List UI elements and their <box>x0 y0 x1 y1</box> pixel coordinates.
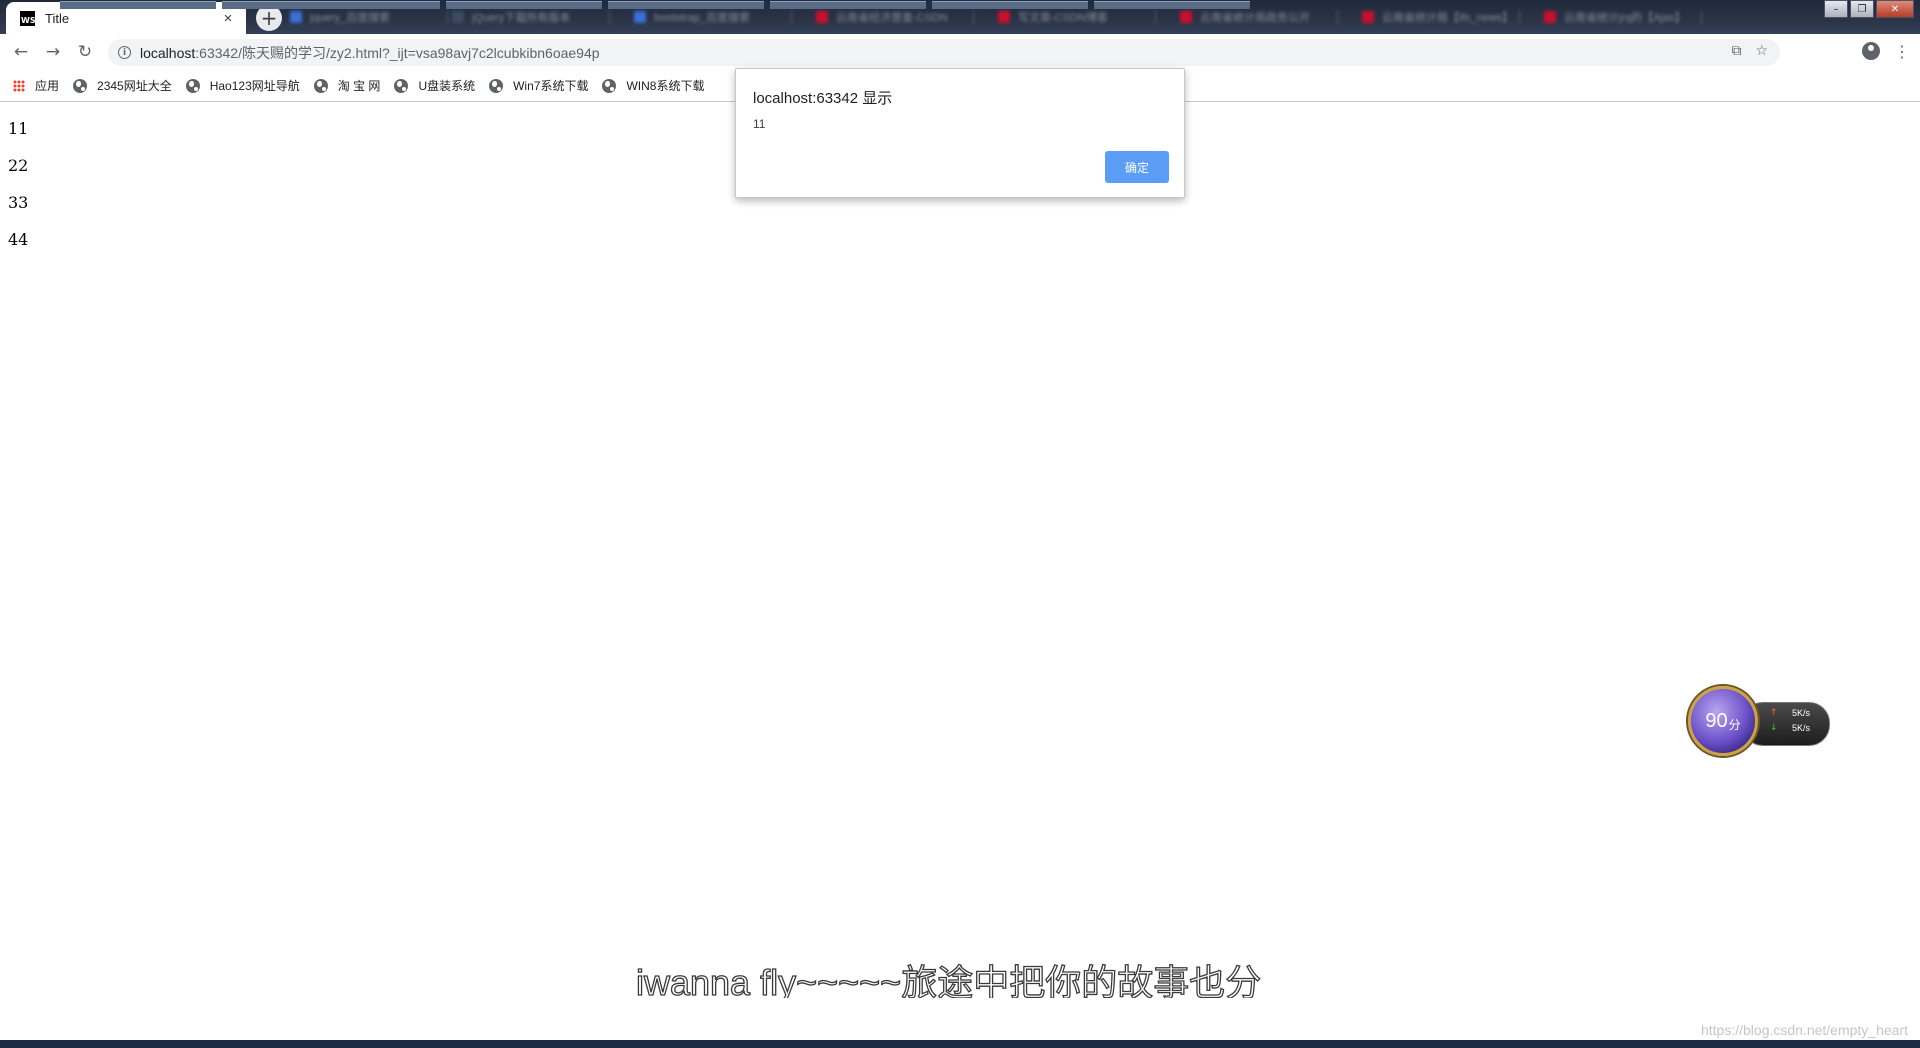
globe-icon <box>394 78 409 93</box>
tab-favicon-icon <box>452 11 464 23</box>
window-controls: – ❐ ✕ <box>1822 0 1914 18</box>
reload-button[interactable]: ↻ <box>74 41 96 63</box>
bookmark-taobao[interactable]: 淘 宝 网 <box>313 77 380 94</box>
background-tab[interactable]: 云南省统计jrq的【Ajax】 <box>1544 4 1702 30</box>
taskbar-item[interactable] <box>284 1 440 9</box>
tab-favicon-icon <box>998 11 1010 23</box>
content-line: 11 <box>8 119 29 138</box>
taskbar-item[interactable] <box>932 1 1088 9</box>
content-line: 22 <box>8 156 29 175</box>
download-speed: ↓ 5K/s <box>1770 723 1811 733</box>
tab-favicon-icon <box>1544 11 1556 23</box>
bookmark-apps[interactable]: 应用 <box>13 77 59 94</box>
menu-icon[interactable]: ⋮ <box>1894 42 1910 61</box>
tab-favicon-icon <box>816 11 828 23</box>
minimize-button[interactable]: – <box>1824 0 1848 18</box>
tab-favicon-icon <box>1362 11 1374 23</box>
score-unit: 分 <box>1728 717 1741 732</box>
tab-favicon-icon <box>290 11 302 23</box>
globe-icon <box>185 78 200 93</box>
bookmark-win7[interactable]: Win7系统下载 <box>489 77 588 94</box>
bookmark-star-icon[interactable]: ☆ <box>1755 43 1768 59</box>
bookmark-upan[interactable]: U盘装系统 <box>394 77 475 94</box>
dialog-message: 11 <box>753 117 766 131</box>
bookmark-2345[interactable]: 2345网址大全 <box>73 77 172 94</box>
desktop-lyrics: iwanna fly~~~~~旅途中把你的故事也分 <box>636 961 1262 998</box>
maximize-button[interactable]: ❐ <box>1850 0 1874 18</box>
globe-icon <box>313 78 328 93</box>
forward-button[interactable]: → <box>42 41 64 63</box>
tab-favicon-icon <box>634 11 646 23</box>
globe-icon <box>73 78 88 93</box>
taskbar-item[interactable] <box>60 1 216 9</box>
taskbar-item[interactable] <box>770 1 926 9</box>
globe-icon <box>602 78 617 93</box>
globe-icon <box>489 78 504 93</box>
taskbar-item[interactable] <box>608 1 764 9</box>
profile-icon[interactable] <box>1862 42 1880 60</box>
taskbar-item[interactable] <box>446 1 602 9</box>
network-speed-widget[interactable]: ↑ 5K/s ↓ 5K/s 90 分 <box>1688 686 1832 758</box>
ok-button[interactable]: 确定 <box>1105 151 1169 183</box>
bookmark-hao123[interactable]: Hao123网址导航 <box>185 77 300 94</box>
translate-icon[interactable]: ⧉ <box>1731 43 1741 59</box>
tab-favicon-icon <box>1180 11 1192 23</box>
background-tab[interactable]: 云南省统计局【ifo_news】 <box>1362 4 1520 30</box>
download-arrow-icon: ↓ <box>1770 723 1778 733</box>
taskbar-item[interactable] <box>1094 1 1250 9</box>
score-value: 90 <box>1705 709 1728 732</box>
watermark-text: https://blog.csdn.net/empty_heart <box>1700 1022 1908 1038</box>
score-ball[interactable]: 90 分 <box>1688 686 1758 756</box>
page-content: 11 22 33 44 <box>0 102 1920 1038</box>
content-line: 33 <box>8 193 29 212</box>
upload-arrow-icon: ↑ <box>1770 708 1778 718</box>
windows-taskbar <box>0 1040 1920 1048</box>
tab-close-icon[interactable]: × <box>220 10 236 27</box>
browser-toolbar: ← → ↻ i localhost:63342/陈天赐的学习/zy2.html?… <box>0 34 1920 70</box>
close-window-button[interactable]: ✕ <box>1876 0 1914 18</box>
alert-dialog: localhost:63342 显示 11 确定 <box>735 68 1185 198</box>
upload-speed: ↑ 5K/s <box>1770 708 1811 718</box>
tab-title: Title <box>45 10 70 26</box>
url-text[interactable]: localhost:63342/陈天赐的学习/zy2.html?_ijt=vsa… <box>140 43 600 63</box>
site-info-icon[interactable]: i <box>118 46 131 59</box>
content-line: 44 <box>8 230 29 249</box>
dialog-title: localhost:63342 显示 <box>753 90 893 107</box>
bookmark-win8[interactable]: WIN8系统下载 <box>602 77 704 94</box>
apps-icon <box>13 79 25 92</box>
webstorm-icon: WS <box>20 10 36 26</box>
address-bar[interactable]: i localhost:63342/陈天赐的学习/zy2.html?_ijt=v… <box>108 39 1780 66</box>
back-button[interactable]: ← <box>10 41 32 63</box>
